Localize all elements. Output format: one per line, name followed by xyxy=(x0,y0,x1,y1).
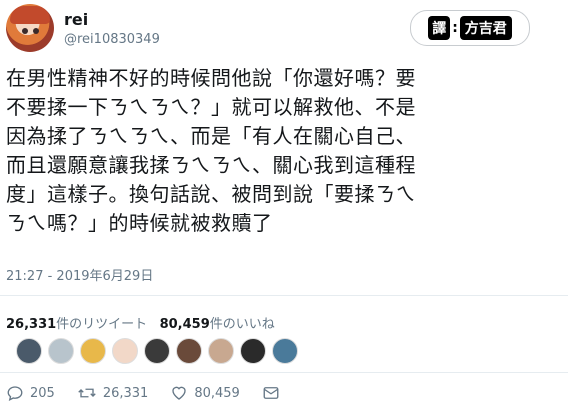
tweet-stats: 26,331件のリツイート 80,459件のいいね xyxy=(6,313,275,332)
liker-avatar[interactable] xyxy=(240,338,266,364)
tweet-line: 在男性精神不好的時候問他說「你還好嗎？要 xyxy=(6,66,416,90)
user-name[interactable]: rei xyxy=(64,10,88,29)
liker-avatar[interactable] xyxy=(176,338,202,364)
translator-badge: 譯 xyxy=(428,16,451,40)
tweet-actions: 205 26,331 80,459 xyxy=(6,384,308,402)
envelope-icon xyxy=(263,387,279,399)
tweet-timestamp[interactable]: 21:27 - 2019年6月29日 xyxy=(6,265,153,284)
tweet-line: 度」這樣子。換句話說、被問到說「要揉ㄋㄟ xyxy=(6,182,416,206)
retweet-count[interactable]: 26,331 xyxy=(6,317,56,332)
retweet-action-count: 26,331 xyxy=(102,385,149,401)
reply-icon xyxy=(7,386,23,401)
retweet-count-label: 件のリツイート xyxy=(56,317,148,332)
tweet-line: ㄋㄟ嗎？」的時候就被救贖了 xyxy=(6,211,273,235)
like-action-count: 80,459 xyxy=(194,385,240,401)
tweet-line: 不要揉一下ㄋㄟㄋㄟ？」就可以解救他、不是 xyxy=(6,95,416,119)
message-button[interactable] xyxy=(262,384,286,402)
liker-avatars xyxy=(16,338,298,364)
avatar[interactable] xyxy=(6,4,54,52)
liker-avatar[interactable] xyxy=(208,338,234,364)
follow-button[interactable]: 譯 : 方吉君 xyxy=(410,10,530,46)
liker-avatar[interactable] xyxy=(80,338,106,364)
like-count[interactable]: 80,459 xyxy=(160,317,210,332)
tweet-header: rei @rei10830349 譯 : 方吉君 xyxy=(0,0,568,60)
heart-icon xyxy=(172,386,187,400)
reply-count: 205 xyxy=(30,385,55,401)
tweet-line: 因為揉了ㄋㄟㄋㄟ、而是「有人在關心自己、 xyxy=(6,124,416,148)
badge-separator: : xyxy=(452,20,458,36)
retweet-icon xyxy=(78,388,96,398)
like-count-label: 件のいいね xyxy=(209,317,275,332)
user-handle[interactable]: @rei10830349 xyxy=(64,32,160,47)
reply-button[interactable]: 205 xyxy=(6,384,55,402)
tweet-text: 在男性精神不好的時候問他說「你還好嗎？要 不要揉一下ㄋㄟㄋㄟ？」就可以解救他、不… xyxy=(6,64,562,238)
like-button[interactable]: 80,459 xyxy=(170,384,240,402)
liker-avatar[interactable] xyxy=(48,338,74,364)
translator-name: 方吉君 xyxy=(459,16,512,40)
tweet-line: 而且還願意讓我揉ㄋㄟㄋㄟ、關心我到這種程 xyxy=(6,153,416,177)
liker-avatar[interactable] xyxy=(16,338,42,364)
liker-avatar[interactable] xyxy=(112,338,138,364)
retweet-button[interactable]: 26,331 xyxy=(77,384,149,402)
divider xyxy=(0,372,568,373)
liker-avatar[interactable] xyxy=(144,338,170,364)
divider xyxy=(0,295,568,296)
liker-avatar[interactable] xyxy=(272,338,298,364)
